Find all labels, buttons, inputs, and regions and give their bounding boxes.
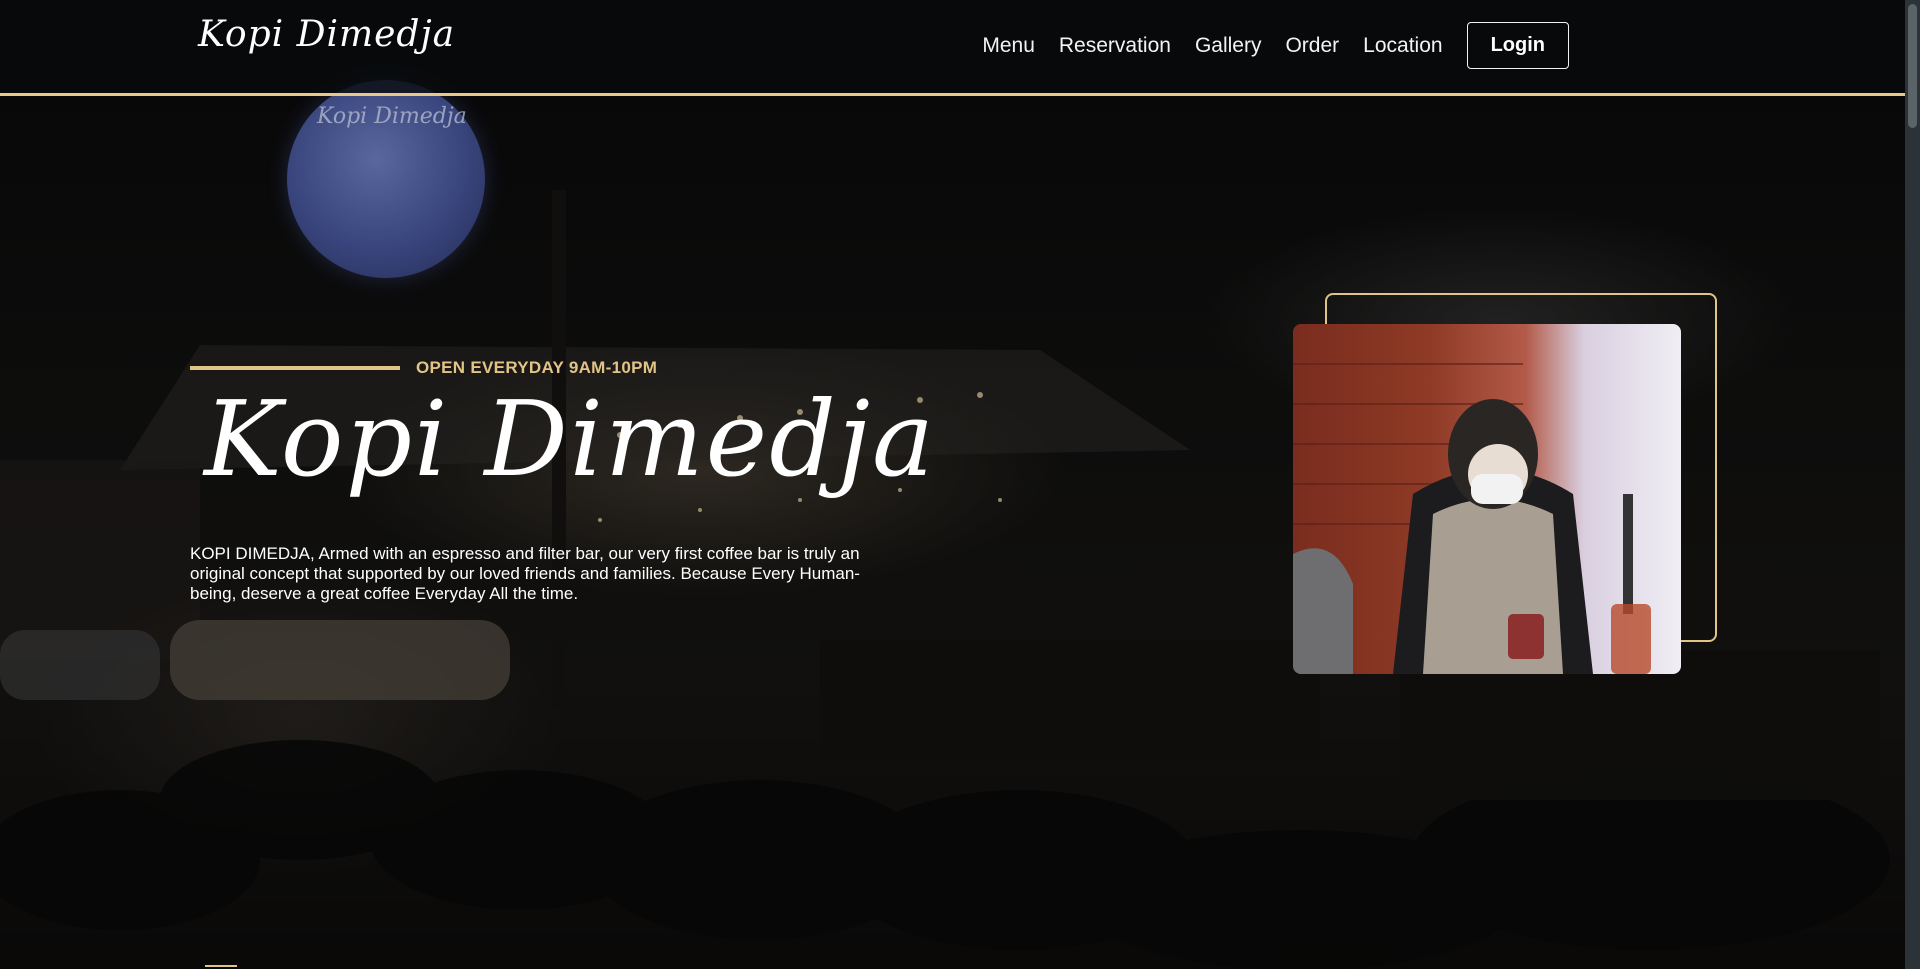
hero-description: KOPI DIMEDJA, Armed with an espresso and…: [190, 544, 860, 603]
open-hours-divider: [190, 366, 400, 370]
main-nav: Menu Reservation Gallery Order Location …: [958, 22, 1569, 69]
page: Kopi Dimedja Kopi Dimedja Menu Reservati…: [0, 0, 1920, 969]
barista-photo: [1293, 324, 1681, 674]
scrollbar-thumb[interactable]: [1908, 4, 1917, 128]
nav-link-reservation[interactable]: Reservation: [1059, 34, 1171, 58]
hero-title: Kopi Dimedja: [204, 378, 937, 500]
open-hours-text: OPEN EVERYDAY 9AM-10PM: [416, 358, 658, 377]
login-button[interactable]: Login: [1466, 22, 1569, 69]
section-indicator: [205, 965, 237, 967]
nav-link-menu[interactable]: Menu: [982, 34, 1035, 58]
nav-link-location[interactable]: Location: [1363, 34, 1442, 58]
cafe-sign-text: Kopi Dimedja: [317, 104, 467, 129]
site-header: Kopi Dimedja Menu Reservation Gallery Or…: [0, 0, 1905, 96]
nav-link-order[interactable]: Order: [1285, 34, 1339, 58]
nav-link-gallery[interactable]: Gallery: [1195, 34, 1262, 58]
cafe-sign-image: Kopi Dimedja: [287, 80, 485, 278]
page-scrollbar[interactable]: [1905, 0, 1920, 969]
site-logo[interactable]: Kopi Dimedja: [198, 14, 455, 55]
